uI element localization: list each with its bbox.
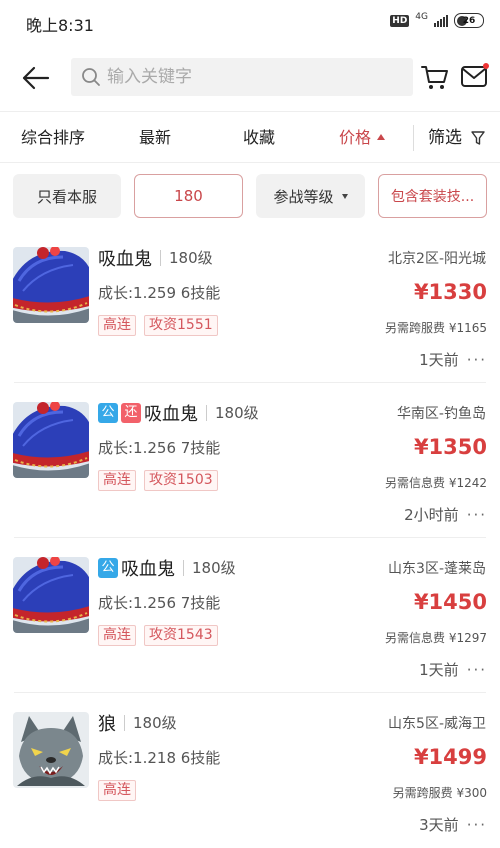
pet-name: 吸血鬼 <box>144 404 198 425</box>
extra-fee: 另需信息费 ¥1242 <box>385 476 487 490</box>
sort-price[interactable]: 价格 <box>339 113 386 163</box>
listing-title: 吸血鬼 180级 <box>98 246 213 270</box>
listing-list: 吸血鬼 180级 成长:1.259 6技能 高连 攻资1551 北京2区-阳光城… <box>0 228 500 848</box>
pet-level: 180级 <box>124 715 177 731</box>
pet-name: 吸血鬼 <box>121 559 175 580</box>
chip-level[interactable]: 180 <box>134 174 243 218</box>
listing-time-label: 3天前 <box>419 816 459 834</box>
listing-row[interactable]: 吸血鬼 180级 成长:1.259 6技能 高连 攻资1551 北京2区-阳光城… <box>0 228 500 383</box>
listing-time-label: 2小时前 <box>404 506 459 524</box>
price: ¥1450 <box>413 590 487 614</box>
pet-growth: 成长:1.218 6技能 <box>98 749 221 767</box>
listing-title: 狼 180级 <box>98 711 177 735</box>
tag-high-combo: 高连 <box>98 780 136 801</box>
search-icon <box>82 68 100 86</box>
server-name: 华南区-钓鱼岛 <box>396 406 486 422</box>
listing-title: 公 吸血鬼 180级 <box>98 556 236 580</box>
server-name: 山东5区-威海卫 <box>388 716 486 732</box>
more-icon[interactable]: ··· <box>467 661 487 679</box>
listing-title: 公 还 吸血鬼 180级 <box>98 401 259 425</box>
search-box[interactable] <box>71 58 413 96</box>
notification-dot <box>483 63 489 69</box>
filter-label: 筛选 <box>428 128 462 148</box>
tag-attack-aptitude: 攻资1543 <box>144 625 218 646</box>
extra-fee: 另需跨服费 ¥1165 <box>385 321 487 335</box>
signal-icon <box>434 14 448 27</box>
listing-time: 2小时前 ··· <box>404 504 487 525</box>
battery-icon: 26 <box>454 13 484 28</box>
listing-row[interactable]: 狼 180级 成长:1.218 6技能 高连 山东5区-威海卫 ¥1499 另需… <box>0 693 500 848</box>
battery-level: 26 <box>462 15 476 26</box>
sort-asc-icon <box>377 133 386 140</box>
vampire-pet-icon <box>13 402 89 478</box>
chevron-down-icon <box>341 193 348 199</box>
listing-row[interactable]: 公 吸血鬼 180级 成长:1.256 7技能 高连 攻资1543 山东3区-蓬… <box>0 538 500 693</box>
tag-high-combo: 高连 <box>98 625 136 646</box>
sort-bar: 综合排序 最新 收藏 价格 筛选 <box>0 113 500 163</box>
chip-this-server[interactable]: 只看本服 <box>13 174 121 218</box>
pet-tags: 高连 <box>98 780 136 801</box>
pet-name: 狼 <box>98 714 116 735</box>
hd-icon: HD <box>390 14 410 27</box>
network-type: 4G <box>415 11 428 22</box>
pet-name: 吸血鬼 <box>98 249 152 270</box>
tag-high-combo: 高连 <box>98 470 136 491</box>
chip-battle-level-label: 参战等级 <box>273 187 334 206</box>
pet-growth: 成长:1.256 7技能 <box>98 594 221 612</box>
vampire-pet-icon <box>13 557 89 633</box>
pet-tags: 高连 攻资1551 <box>98 315 218 336</box>
filter-chips: 只看本服 180 参战等级 包含套装技... <box>0 163 500 228</box>
tag-attack-aptitude: 攻资1503 <box>144 470 218 491</box>
public-badge: 公 <box>98 558 118 578</box>
server-name: 北京2区-阳光城 <box>388 251 486 267</box>
server-name: 山东3区-蓬莱岛 <box>388 561 486 577</box>
pet-tags: 高连 攻资1503 <box>98 470 218 491</box>
status-icons: HD 4G 26 <box>390 11 484 28</box>
search-input[interactable] <box>107 67 387 87</box>
listing-time: 1天前 ··· <box>419 659 487 680</box>
listing-row[interactable]: 公 还 吸血鬼 180级 成长:1.256 7技能 高连 攻资1503 华南区-… <box>0 383 500 538</box>
listing-time-label: 1天前 <box>419 661 459 679</box>
sort-price-label: 价格 <box>339 128 372 147</box>
status-time: 晚上8:31 <box>26 16 94 35</box>
extra-fee: 另需跨服费 ¥300 <box>392 786 487 800</box>
pet-growth: 成长:1.259 6技能 <box>98 284 221 302</box>
listing-time: 1天前 ··· <box>419 349 487 370</box>
extra-fee: 另需信息费 ¥1297 <box>385 631 487 645</box>
tag-high-combo: 高连 <box>98 315 136 336</box>
vampire-pet-icon <box>13 247 89 323</box>
pet-level: 180级 <box>160 250 213 266</box>
top-header <box>0 44 500 112</box>
price: ¥1330 <box>413 280 487 304</box>
more-icon[interactable]: ··· <box>467 816 487 834</box>
public-badge: 公 <box>98 403 118 423</box>
pet-growth: 成长:1.256 7技能 <box>98 439 221 457</box>
price: ¥1499 <box>413 745 487 769</box>
chip-battle-level[interactable]: 参战等级 <box>256 174 365 218</box>
tag-attack-aptitude: 攻资1551 <box>144 315 218 336</box>
price: ¥1350 <box>413 435 487 459</box>
back-arrow-icon[interactable] <box>20 62 52 94</box>
pet-level: 180级 <box>183 560 236 576</box>
sort-favorites[interactable]: 收藏 <box>243 113 275 163</box>
chip-suit-skill[interactable]: 包含套装技... <box>378 174 487 218</box>
filter-icon <box>471 131 486 145</box>
status-bar: 晚上8:31 HD 4G 26 <box>0 0 500 44</box>
pet-level: 180级 <box>206 405 259 421</box>
sort-comprehensive[interactable]: 综合排序 <box>21 113 85 163</box>
return-badge: 还 <box>121 403 141 423</box>
filter-button[interactable]: 筛选 <box>428 113 486 163</box>
wolf-pet-icon <box>13 712 89 788</box>
cart-icon[interactable] <box>420 62 450 92</box>
sort-newest[interactable]: 最新 <box>139 113 171 163</box>
more-icon[interactable]: ··· <box>467 506 487 524</box>
pet-tags: 高连 攻资1543 <box>98 625 218 646</box>
sort-divider <box>413 125 414 151</box>
more-icon[interactable]: ··· <box>467 351 487 369</box>
listing-time-label: 1天前 <box>419 351 459 369</box>
